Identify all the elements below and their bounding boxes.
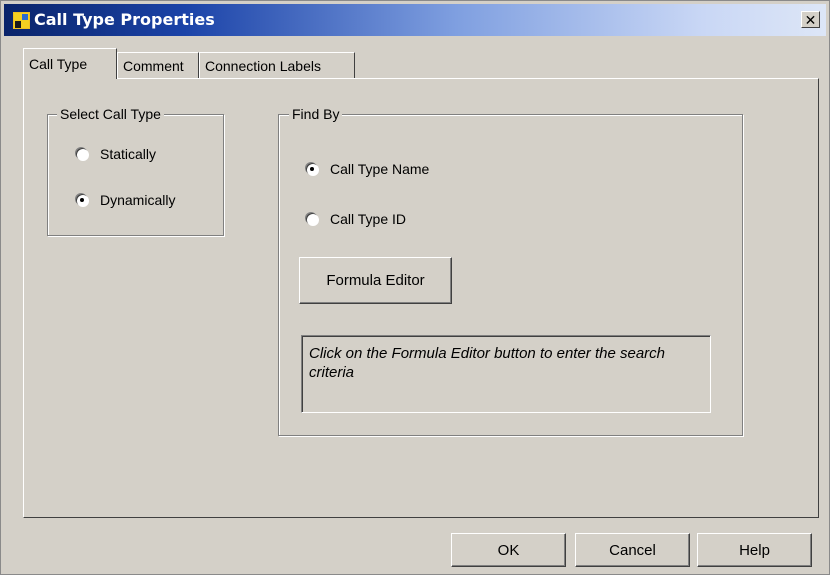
radio-label: Statically xyxy=(100,146,157,162)
formula-editor-button[interactable]: Formula Editor xyxy=(299,257,452,304)
radio-label: Dynamically xyxy=(100,192,176,208)
tab-call-type[interactable]: Call Type xyxy=(23,48,117,79)
radio-label: Call Type ID xyxy=(330,211,406,227)
group-label: Find By xyxy=(289,106,343,122)
tab-label: Connection Labels xyxy=(205,58,321,74)
radio-dynamically[interactable]: Dynamically xyxy=(76,192,175,208)
radio-statically[interactable]: Statically xyxy=(76,146,156,162)
help-button[interactable]: Help xyxy=(697,533,812,567)
tab-label: Call Type xyxy=(29,56,88,72)
radio-label: Call Type Name xyxy=(330,161,430,177)
app-window-icon xyxy=(13,12,30,29)
cancel-button[interactable]: Cancel xyxy=(575,533,690,567)
radio-button-icon xyxy=(76,148,88,160)
call-type-properties-dialog: Call Type Properties ✕ Call Type Comment… xyxy=(0,0,830,575)
group-label: Select Call Type xyxy=(57,106,164,122)
title-bar[interactable]: Call Type Properties ✕ xyxy=(4,4,826,36)
select-call-type-group: Select Call Type Statically Dynamically xyxy=(47,106,224,236)
close-button[interactable]: ✕ xyxy=(801,11,820,28)
radio-button-icon xyxy=(306,213,318,225)
tab-label: Comment xyxy=(123,58,184,74)
radio-call-type-name[interactable]: Call Type Name xyxy=(306,161,429,177)
tab-connection-labels[interactable]: Connection Labels xyxy=(199,52,355,79)
radio-button-selected-icon xyxy=(306,163,318,175)
radio-call-type-id[interactable]: Call Type ID xyxy=(306,211,406,227)
ok-button[interactable]: OK xyxy=(451,533,566,567)
close-icon: ✕ xyxy=(804,11,817,28)
tab-comment[interactable]: Comment xyxy=(117,52,199,79)
window-title: Call Type Properties xyxy=(34,10,215,29)
search-criteria-hint: Click on the Formula Editor button to en… xyxy=(301,335,711,413)
radio-button-selected-icon xyxy=(76,194,88,206)
